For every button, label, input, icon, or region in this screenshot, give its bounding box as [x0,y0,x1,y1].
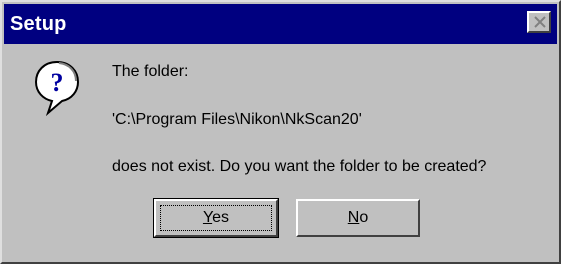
close-button[interactable] [527,11,551,33]
yes-button[interactable]: Yes [153,198,279,238]
message-line-1: The folder: [112,63,189,80]
no-button-label: No [347,209,369,226]
window-title: Setup [10,13,67,35]
message-folder-path: 'C:\Program Files\Nikon\NkScan20' [112,111,362,128]
svg-text:?: ? [51,68,64,97]
setup-dialog: Setup ? The folder: 'C:\Program Files\Ni… [0,0,561,264]
close-icon [534,16,546,28]
yes-button-label: Yes [202,209,230,226]
message-line-3: does not exist. Do you want the folder t… [112,158,487,175]
title-bar[interactable]: Setup [4,4,557,44]
question-icon: ? [34,60,80,116]
no-button[interactable]: No [296,199,420,237]
